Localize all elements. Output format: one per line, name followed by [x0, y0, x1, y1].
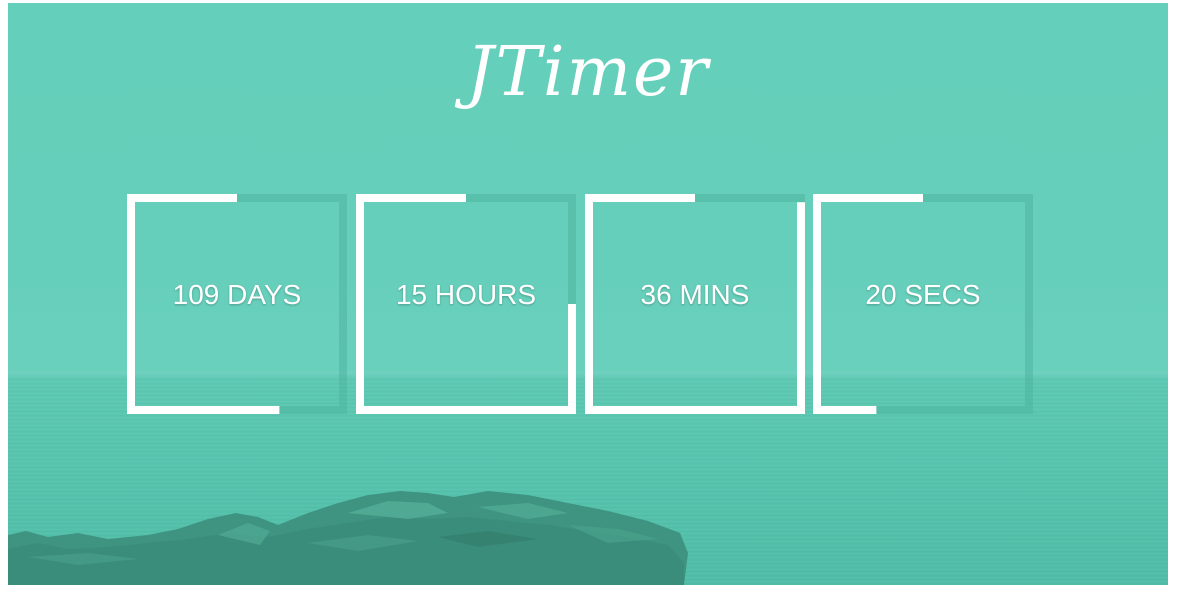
timer-page: JTimer 109 DAYS 15 HOURS 36 MINS 20 SECS: [8, 3, 1168, 585]
timer-mins-label: 36 MINS: [640, 279, 750, 310]
timer-days: 109 DAYS: [127, 194, 347, 414]
timer-hours-label: 15 HOURS: [395, 279, 537, 310]
timer-secs-label: 20 SECS: [865, 279, 981, 310]
timer-days-label: 109 DAYS: [172, 279, 302, 310]
timer-hours: 15 HOURS: [356, 194, 576, 414]
timer-secs: 20 SECS: [813, 194, 1033, 414]
app-title: JTimer: [466, 33, 710, 112]
timer-mins: 36 MINS: [585, 194, 805, 414]
rocks-image: [8, 491, 688, 585]
